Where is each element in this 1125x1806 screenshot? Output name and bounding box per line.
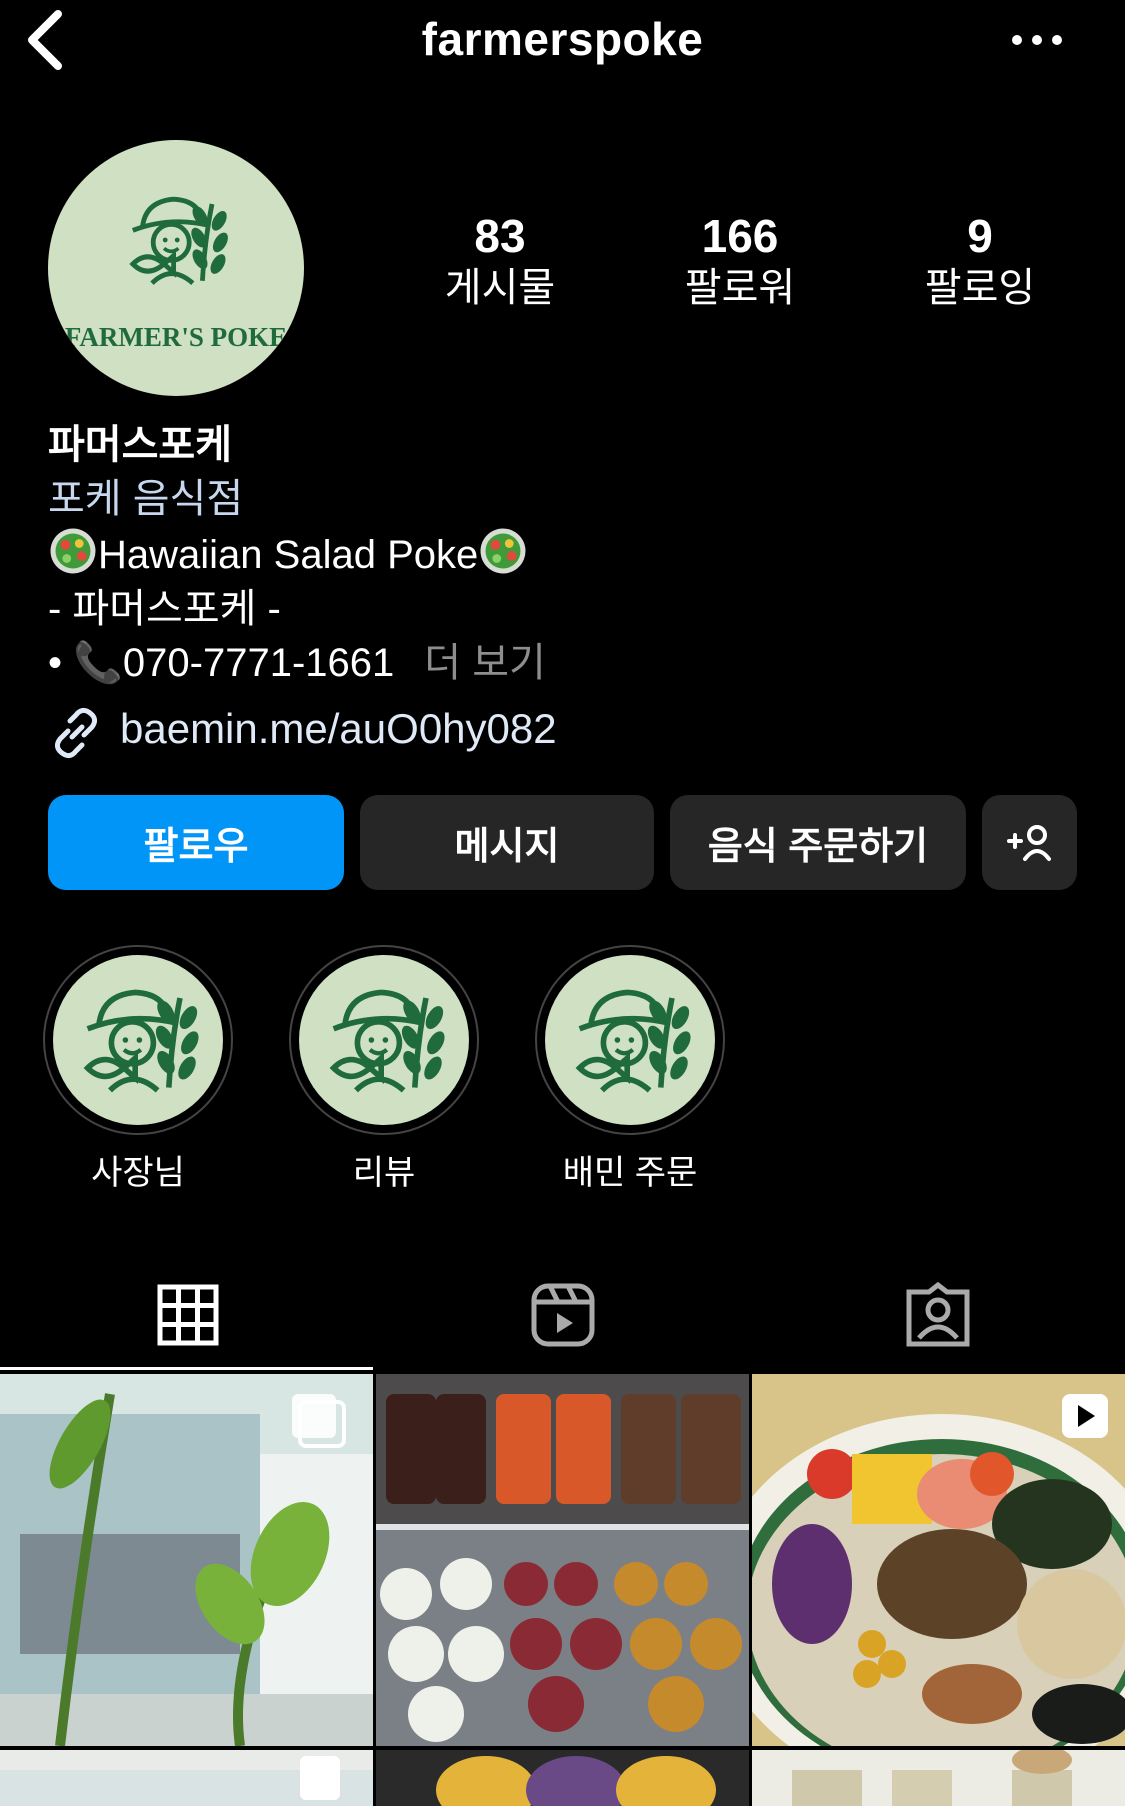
tab-tagged[interactable]: [750, 1260, 1125, 1370]
post-image: [752, 1374, 1125, 1746]
ellipsis-icon[interactable]: [1009, 22, 1065, 58]
posts-label: 게시물: [444, 266, 556, 310]
link-text[interactable]: baemin.me/auO0hy082: [120, 705, 557, 753]
highlight-label: 리뷰: [352, 1154, 416, 1192]
post-image: [376, 1374, 749, 1746]
active-tab-indicator: [0, 1367, 373, 1370]
following-stat[interactable]: 9 팔로잉: [880, 210, 1080, 314]
follow-button[interactable]: 팔로우: [48, 795, 344, 890]
link-icon: [54, 707, 98, 759]
tab-posts-grid[interactable]: [0, 1260, 375, 1370]
category-label[interactable]: 포케 음식점: [48, 472, 1078, 526]
highlight-label: 사장님: [91, 1154, 185, 1192]
post-thumbnail[interactable]: [752, 1374, 1125, 1746]
tab-reels[interactable]: [375, 1260, 750, 1370]
post-thumbnail[interactable]: [0, 1750, 373, 1806]
posts-count: 83: [474, 210, 526, 262]
display-name: 파머스포케: [48, 423, 232, 467]
bio-line-3: • 📞070-7771-1661 더 보기: [48, 636, 1078, 690]
highlight-ring: [289, 945, 479, 1135]
add-person-icon: [1006, 824, 1051, 861]
followers-label: 팔로워: [684, 266, 796, 310]
highlight-label: 배민 주문: [562, 1154, 698, 1192]
profile-tabs: [0, 1260, 1125, 1372]
profile-avatar[interactable]: FARMER'S POKE: [48, 140, 304, 396]
order-food-button[interactable]: 음식 주문하기: [670, 795, 966, 890]
post-image: [0, 1374, 373, 1746]
highlight-item[interactable]: 사장님: [42, 945, 234, 1194]
tagged-person-icon: [906, 1282, 969, 1347]
highlight-logo: [53, 955, 223, 1125]
highlight-item[interactable]: 리뷰: [288, 945, 480, 1194]
following-count: 9: [967, 210, 993, 262]
highlight-logo: [299, 955, 469, 1125]
bio-phone: • 📞070-7771-1661: [48, 641, 395, 685]
bio-text-1: Hawaiian Salad Poke: [98, 533, 479, 577]
post-image: [0, 1750, 373, 1806]
profile-bio: 파머스포케 포케 음식점 Hawaiian Salad Poke - 파머스포케…: [48, 418, 1078, 690]
profile-username: farmerspoke: [421, 13, 704, 65]
post-thumbnail[interactable]: [376, 1750, 749, 1806]
salad-emoji-icon: [50, 528, 96, 574]
add-person-button[interactable]: [982, 795, 1077, 890]
bio-line-2: - 파머스포케 -: [48, 587, 281, 631]
highlight-logo: [545, 955, 715, 1125]
following-label: 팔로잉: [924, 266, 1036, 310]
post-thumbnail[interactable]: [0, 1374, 373, 1746]
bio-line-1: Hawaiian Salad Poke: [48, 526, 1078, 582]
post-image: [376, 1750, 749, 1806]
reels-icon: [531, 1283, 594, 1347]
highlight-ring: [43, 945, 233, 1135]
grid-icon: [157, 1284, 218, 1346]
followers-stat[interactable]: 166 팔로워: [640, 210, 840, 314]
post-image: [752, 1750, 1125, 1806]
highlight-ring: [535, 945, 725, 1135]
message-button[interactable]: 메시지: [360, 795, 654, 890]
posts-grid: [0, 1374, 1125, 1806]
more-link[interactable]: 더 보기: [424, 641, 546, 685]
followers-count: 166: [701, 210, 779, 262]
logo-text: FARMER'S POKE: [65, 322, 287, 352]
posts-stat[interactable]: 83 게시물: [400, 210, 600, 314]
post-thumbnail[interactable]: [752, 1750, 1125, 1806]
post-thumbnail[interactable]: [376, 1374, 749, 1746]
salad-emoji-icon: [480, 528, 526, 574]
top-bar: farmerspoke: [0, 0, 1125, 80]
farmers-poke-logo: FARMER'S POKE: [65, 140, 287, 352]
highlight-item[interactable]: 배민 주문: [534, 945, 726, 1194]
